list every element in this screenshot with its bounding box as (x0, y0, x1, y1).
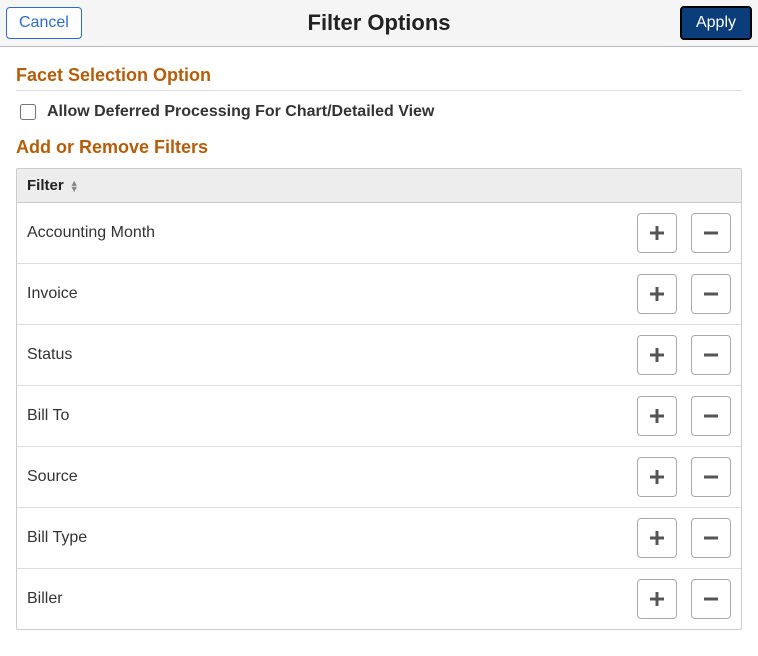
remove-filter-button[interactable] (691, 579, 731, 619)
minus-icon (702, 468, 720, 486)
filter-name: Bill Type (27, 529, 87, 547)
add-filter-button[interactable] (637, 457, 677, 497)
plus-icon (648, 590, 666, 608)
add-filter-button[interactable] (637, 396, 677, 436)
filter-name: Source (27, 468, 78, 486)
filters-column-header-label: Filter (27, 177, 64, 194)
add-filter-button[interactable] (637, 213, 677, 253)
filter-row-actions (637, 457, 731, 497)
cancel-button[interactable]: Cancel (6, 7, 82, 39)
filter-row-actions (637, 335, 731, 375)
filter-row-actions (637, 396, 731, 436)
page-header: Cancel Filter Options Apply (0, 0, 758, 47)
minus-icon (702, 285, 720, 303)
deferred-processing-checkbox[interactable] (20, 104, 36, 120)
filter-row: Biller (17, 569, 741, 629)
filter-name: Biller (27, 590, 63, 608)
filter-row: Bill To (17, 386, 741, 447)
minus-icon (702, 590, 720, 608)
minus-icon (702, 529, 720, 547)
filter-row-actions (637, 579, 731, 619)
remove-filter-button[interactable] (691, 457, 731, 497)
filter-name: Bill To (27, 407, 69, 425)
filter-name: Status (27, 346, 72, 364)
remove-filter-button[interactable] (691, 274, 731, 314)
minus-icon (702, 224, 720, 242)
deferred-processing-row: Allow Deferred Processing For Chart/Deta… (16, 101, 742, 123)
plus-icon (648, 285, 666, 303)
filter-row: Invoice (17, 264, 741, 325)
remove-filter-button[interactable] (691, 396, 731, 436)
add-filter-button[interactable] (637, 518, 677, 558)
filters-section-heading: Add or Remove Filters (16, 137, 742, 162)
filter-row: Bill Type (17, 508, 741, 569)
filters-body: Accounting Month Invoice (17, 203, 741, 629)
filter-row-actions (637, 213, 731, 253)
filters-table: Filter ▲▼ Accounting Month Invoice (16, 168, 742, 630)
remove-filter-button[interactable] (691, 335, 731, 375)
page-title: Filter Options (0, 10, 758, 36)
filter-row: Source (17, 447, 741, 508)
add-filter-button[interactable] (637, 274, 677, 314)
add-filter-button[interactable] (637, 579, 677, 619)
plus-icon (648, 529, 666, 547)
filter-name: Invoice (27, 285, 78, 303)
plus-icon (648, 468, 666, 486)
remove-filter-button[interactable] (691, 518, 731, 558)
apply-button[interactable]: Apply (680, 6, 752, 40)
filter-name: Accounting Month (27, 224, 155, 242)
filter-row: Accounting Month (17, 203, 741, 264)
deferred-processing-label[interactable]: Allow Deferred Processing For Chart/Deta… (47, 103, 434, 121)
content-area: Facet Selection Option Allow Deferred Pr… (0, 47, 758, 650)
minus-icon (702, 407, 720, 425)
filter-row-actions (637, 274, 731, 314)
filter-row: Status (17, 325, 741, 386)
filters-column-header[interactable]: Filter ▲▼ (17, 169, 741, 203)
sort-icon: ▲▼ (70, 180, 79, 192)
minus-icon (702, 346, 720, 364)
filter-row-actions (637, 518, 731, 558)
plus-icon (648, 407, 666, 425)
add-filter-button[interactable] (637, 335, 677, 375)
plus-icon (648, 224, 666, 242)
plus-icon (648, 346, 666, 364)
facet-section-heading: Facet Selection Option (16, 65, 742, 91)
remove-filter-button[interactable] (691, 213, 731, 253)
